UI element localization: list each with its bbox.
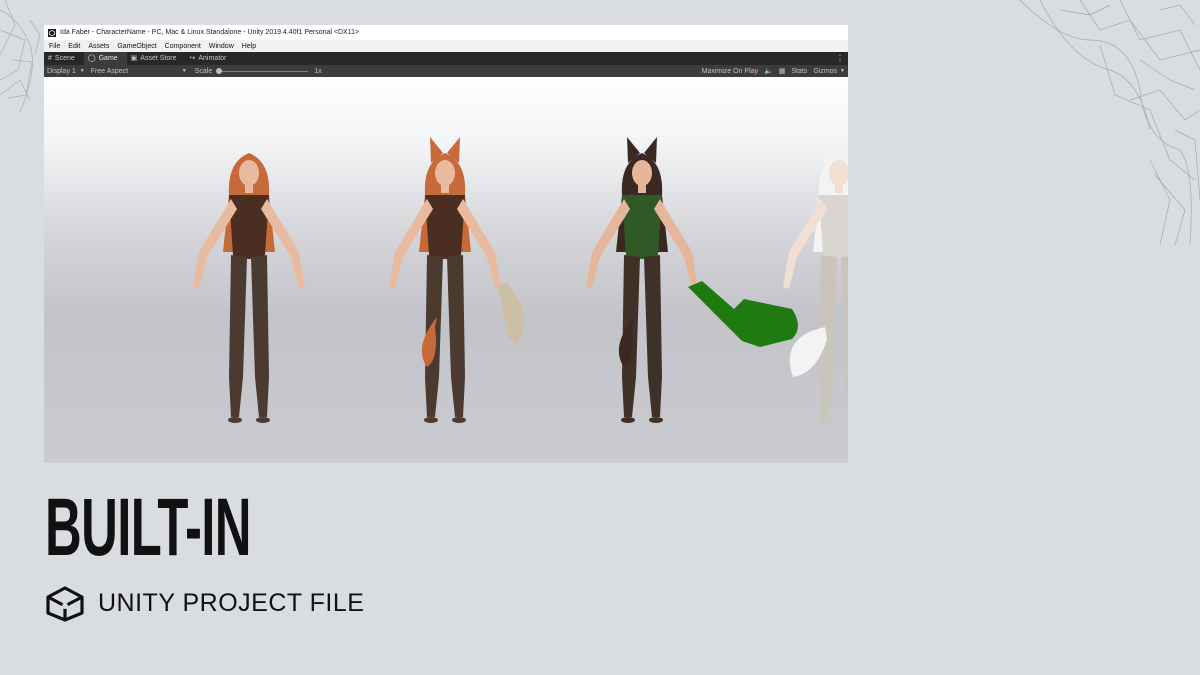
game-viewport[interactable] (44, 77, 848, 463)
character-4-right-leg (841, 256, 848, 407)
character-1-head (239, 160, 259, 186)
animator-icon: ↪ (189, 55, 196, 62)
character-3-right-leg (644, 255, 662, 417)
window-title: Ida Faber - CharacterName - PC, Mac & Li… (60, 29, 360, 36)
character-lineup (193, 137, 848, 423)
maximize-on-play-toggle[interactable]: Maximize On Play (702, 68, 758, 75)
stats-toggle[interactable]: Stats (791, 68, 807, 75)
character-1-torso (229, 195, 269, 259)
menu-assets[interactable]: Assets (88, 43, 109, 50)
character-3 (586, 137, 798, 423)
character-1-neck (245, 183, 253, 193)
tab-asset-store-label: Asset Store (140, 55, 177, 62)
tab-menu-icon[interactable]: ⋮ (836, 52, 844, 65)
menu-file[interactable]: File (49, 43, 60, 50)
unity-app-icon (48, 28, 56, 37)
gamepad-icon: ◯ (87, 55, 96, 62)
character-3-head (632, 160, 652, 186)
character-2-right-foot (452, 417, 466, 423)
character-2-torso (425, 195, 465, 259)
chevron-down-icon: ▼ (181, 68, 187, 74)
aspect-dropdown[interactable]: Free Aspect ▼ (85, 68, 187, 75)
character-2-head (435, 160, 455, 186)
menu-component[interactable]: Component (165, 43, 201, 50)
character-1-left-leg (229, 255, 247, 417)
menu-gameobject[interactable]: GameObject (117, 43, 156, 50)
editor-tab-bar: # Scene ◯ Game ▣ Asset Store ↪ Animator … (44, 52, 848, 65)
character-2 (389, 137, 524, 423)
character-3-neck (638, 183, 646, 193)
display-value: Display 1 (47, 67, 76, 75)
character-3-weapon (688, 281, 798, 347)
character-1-right-foot (256, 417, 270, 423)
character-4-neck (835, 183, 843, 193)
grid-icon: # (48, 55, 52, 62)
character-2-neck (441, 183, 449, 193)
wireframe-decoration-right (1020, 0, 1200, 245)
character-2-left-foot (424, 417, 438, 423)
aspect-value: Free Aspect (90, 67, 129, 75)
menu-help[interactable]: Help (242, 43, 256, 50)
unity-logo-icon (46, 586, 84, 622)
display-dropdown[interactable]: Display 1 ▼ (44, 68, 85, 75)
scale-label: Scale (194, 67, 213, 75)
character-1 (193, 153, 305, 423)
stats-toggle-icon[interactable]: ▦ (779, 67, 786, 75)
menu-window[interactable]: Window (209, 43, 234, 50)
store-icon: ▣ (130, 55, 138, 62)
page-subtitle: UNITY PROJECT FILE (98, 589, 365, 617)
wireframe-decoration-left (0, 0, 41, 113)
character-3-right-foot (649, 417, 663, 423)
gizmos-label: Gizmos (813, 67, 838, 75)
unity-editor-window: Ida Faber - CharacterName - PC, Mac & Li… (44, 25, 848, 463)
menu-edit[interactable]: Edit (68, 43, 80, 50)
character-4 (783, 137, 848, 423)
chevron-down-icon: ▼ (840, 68, 845, 74)
character-2-weapon (497, 282, 524, 345)
character-4-right-foot (846, 417, 848, 423)
character-3-left-foot (621, 417, 635, 423)
character-4-left-foot (818, 417, 832, 423)
tab-scene-label: Scene (54, 55, 75, 62)
tab-game[interactable]: ◯ Game (83, 52, 127, 65)
tab-animator[interactable]: ↪ Animator (185, 52, 235, 65)
character-3-torso (622, 195, 662, 259)
audio-mute-icon[interactable]: 🔈 (764, 67, 773, 75)
character-1-right-leg (251, 255, 269, 417)
page-heading: BUILT-IN (45, 482, 252, 573)
scale-slider-handle[interactable] (216, 67, 223, 74)
tab-scene[interactable]: # Scene (44, 52, 84, 65)
menu-bar: File Edit Assets GameObject Component Wi… (44, 40, 848, 52)
tab-asset-store[interactable]: ▣ Asset Store (127, 52, 186, 65)
character-2-right-leg (447, 255, 465, 417)
tab-animator-label: Animator (198, 55, 227, 62)
tab-game-label: Game (98, 55, 118, 62)
gizmos-dropdown[interactable]: Gizmos ▼ (813, 68, 845, 75)
scale-value: 1x (314, 67, 322, 75)
title-bar: Ida Faber - CharacterName - PC, Mac & Li… (44, 25, 848, 40)
scale-slider[interactable] (216, 67, 309, 74)
character-1-left-foot (228, 417, 242, 423)
